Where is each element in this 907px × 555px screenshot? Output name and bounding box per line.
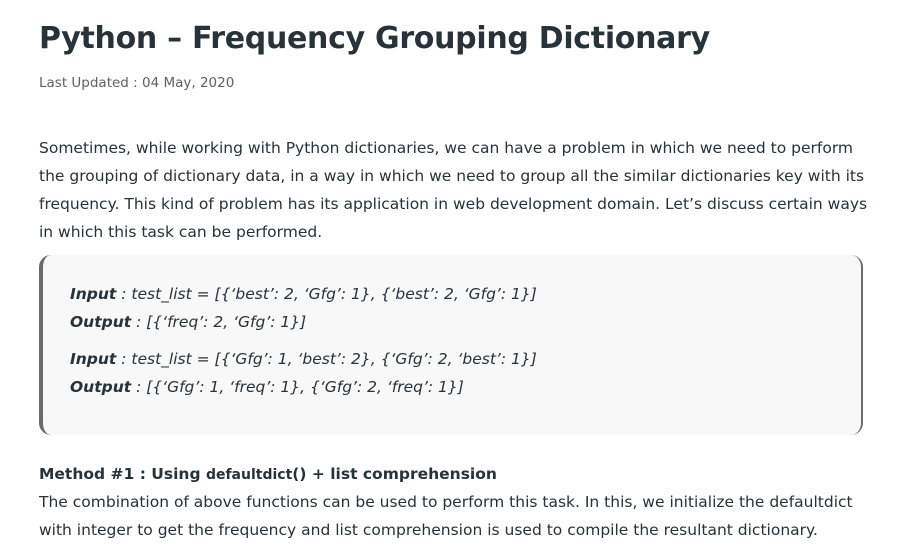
intro-paragraph: Sometimes, while working with Python dic… — [39, 139, 868, 241]
output-label: Output — [70, 378, 132, 396]
method-heading-suffix: () + list comprehension — [292, 465, 497, 483]
output-value: : [{‘Gfg’: 1, ‘freq’: 1}, {‘Gfg’: 2, ‘fr… — [131, 378, 464, 396]
example-1-input: Input : test_list = [{‘best’: 2, ‘Gfg’: … — [70, 280, 537, 308]
example-1-output: Output : [{‘freq’: 2, ‘Gfg’: 1}] — [70, 308, 306, 336]
last-updated-date: Last Updated : 04 May, 2020 — [39, 75, 235, 91]
example-box: Input : test_list = [{‘best’: 2, ‘Gfg’: … — [39, 255, 863, 435]
input-value: : test_list = [{‘best’: 2, ‘Gfg’: 1}, {‘… — [116, 285, 537, 303]
article: Python – Frequency Grouping Dictionary L… — [0, 0, 907, 555]
method-heading-code: defaultdict — [205, 467, 293, 483]
input-value: : test_list = [{‘Gfg’: 1, ‘best’: 2}, {‘… — [116, 350, 537, 368]
method-paragraph: The combination of above functions can b… — [39, 493, 853, 539]
example-2-output: Output : [{‘Gfg’: 1, ‘freq’: 1}, {‘Gfg’:… — [70, 373, 464, 401]
method-heading: Method #1 : Using defaultdict() + list c… — [39, 460, 497, 489]
output-label: Output — [70, 313, 132, 331]
method-heading-prefix: Method #1 : Using — [39, 465, 206, 483]
output-value: : [{‘freq’: 2, ‘Gfg’: 1}] — [131, 313, 307, 331]
input-label: Input — [70, 350, 117, 368]
article-title: Python – Frequency Grouping Dictionary — [39, 21, 710, 56]
input-label: Input — [70, 285, 117, 303]
example-2-input: Input : test_list = [{‘Gfg’: 1, ‘best’: … — [70, 345, 537, 373]
